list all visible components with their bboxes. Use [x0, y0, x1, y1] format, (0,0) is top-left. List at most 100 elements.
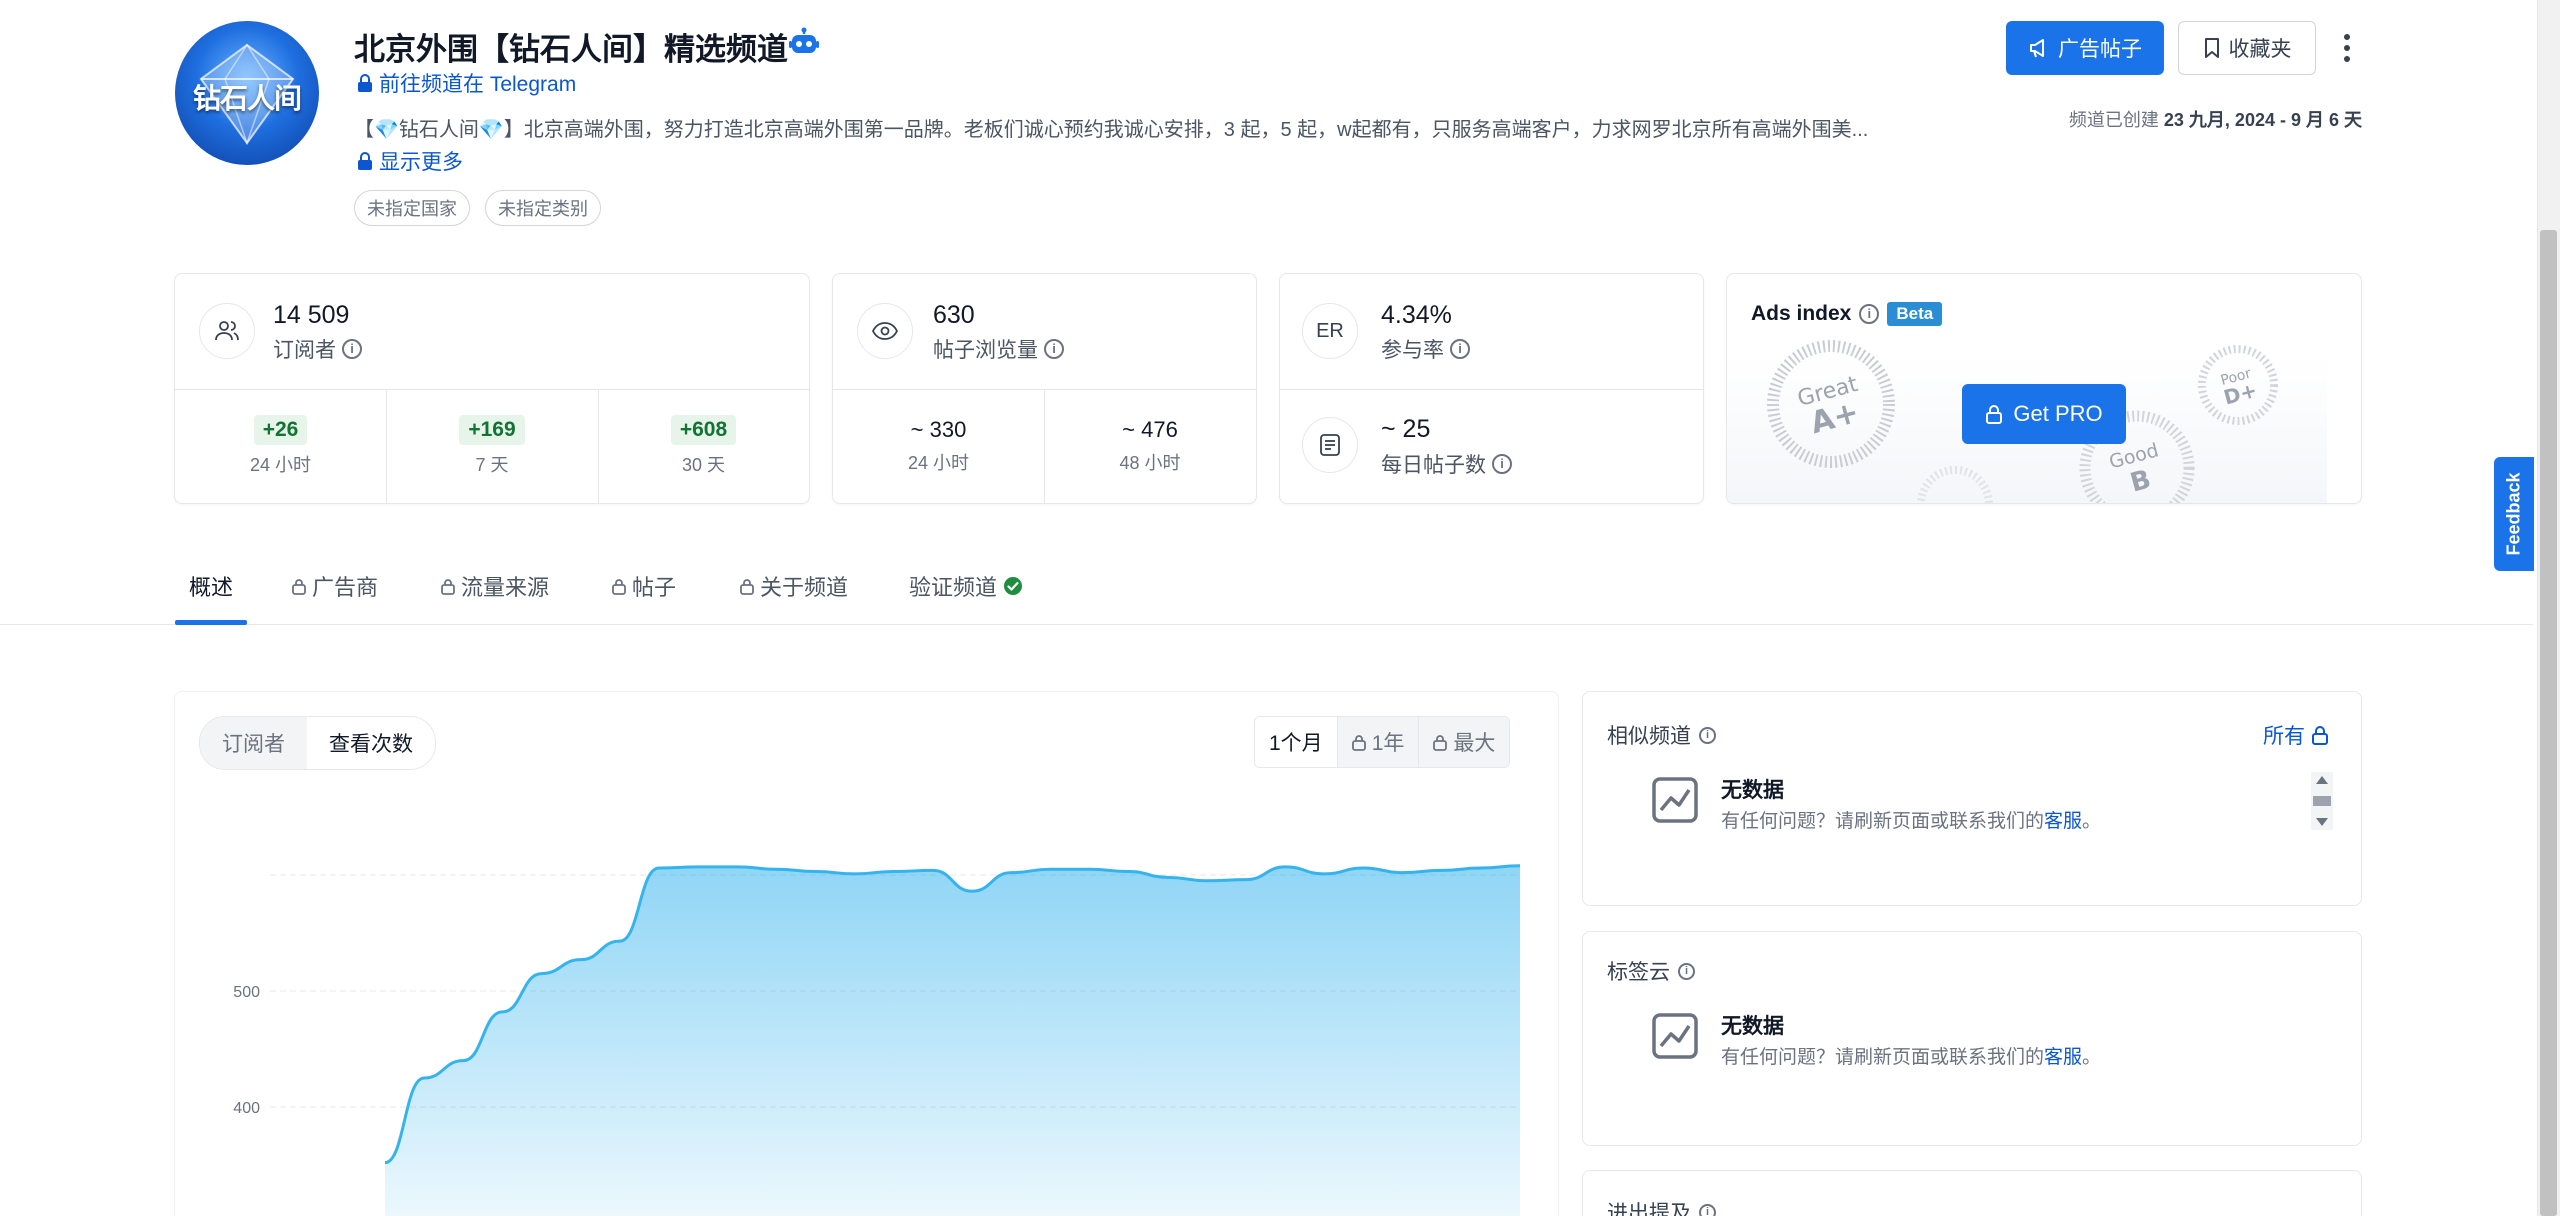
- tab-label: 流量来源: [461, 575, 550, 600]
- range-max-button[interactable]: 最大: [1418, 717, 1510, 767]
- metric-views-button[interactable]: 查看次数: [307, 717, 435, 769]
- chart-empty-icon: [1652, 1013, 1698, 1059]
- views-avg: ~ 330: [910, 417, 967, 442]
- similar-title: 相似频道: [1607, 725, 1691, 748]
- similar-channels-panel: 相似频道 i 所有 无数据 有任何问题？请刷新页面或联系我们的客服。: [1582, 691, 2362, 906]
- views-avg: ~ 476: [1122, 417, 1178, 442]
- views-chart: 400 500: [233, 864, 1521, 1216]
- eye-icon: [872, 322, 898, 340]
- avatar-text: 钻石人间: [192, 82, 302, 115]
- mentions-panel: 进出提及 i: [1582, 1170, 2362, 1216]
- nodata-suffix: 。: [2082, 811, 2102, 832]
- range-1y-button[interactable]: 1年: [1336, 717, 1419, 767]
- tagcloud-header: 标签云 i: [1607, 956, 1695, 986]
- tagcloud-title: 标签云: [1607, 961, 1670, 984]
- telegram-link[interactable]: 前往频道在 Telegram: [357, 68, 576, 98]
- info-icon[interactable]: i: [1699, 1203, 1716, 1216]
- period-label: 24 小时: [907, 453, 970, 473]
- created-prefix: 频道已创建: [2068, 110, 2159, 130]
- tag-country[interactable]: 未指定国家: [354, 190, 470, 226]
- megaphone-icon: [2030, 39, 2044, 58]
- channel-description: 【💎钻石人间💎】北京高端外围，努力打造北京高端外围第一品牌。老板们诚心预约我诚心…: [354, 119, 1869, 141]
- views-value: 630: [933, 301, 975, 329]
- get-pro-button[interactable]: Get PRO: [1962, 384, 2126, 444]
- info-icon[interactable]: i: [1859, 304, 1880, 324]
- telegram-link-label: 前往频道在 Telegram: [379, 73, 577, 96]
- users-icon-wrap: [199, 303, 255, 359]
- tab-traffic-sources[interactable]: 流量来源: [441, 570, 549, 602]
- tab-verify-channel[interactable]: 验证频道: [909, 570, 1023, 602]
- info-icon[interactable]: i: [342, 339, 362, 359]
- support-link[interactable]: 客服: [2044, 811, 2082, 832]
- info-icon[interactable]: i: [1450, 339, 1470, 359]
- metric-toggle: 订阅者 查看次数: [199, 716, 436, 770]
- users-icon: [215, 321, 239, 341]
- posts-icon-wrap: [1302, 417, 1358, 473]
- lock-icon: [358, 152, 372, 170]
- channel-avatar: 钻石人间: [175, 21, 319, 165]
- divider: [1280, 389, 1703, 390]
- tag-category[interactable]: 未指定类别: [485, 190, 601, 226]
- info-icon[interactable]: i: [1678, 962, 1695, 980]
- subscribers-value: 14 509: [273, 301, 350, 329]
- tab-label: 广告商: [312, 575, 379, 600]
- delta-badge: +26: [253, 415, 308, 445]
- channel-created: 频道已创建 23 九月, 2024 - 9 月 6 天: [2069, 106, 2362, 132]
- views-card: 630 帖子浏览量 i ~ 330 24 小时 ~ 476 48 小时: [832, 273, 1257, 504]
- feedback-button[interactable]: Feedback: [2494, 457, 2534, 571]
- period-label: 7 天: [475, 455, 509, 475]
- info-icon[interactable]: i: [1044, 339, 1064, 359]
- ads-index-header: Ads index i Beta: [1751, 302, 1943, 326]
- views-label: 帖子浏览量: [933, 339, 1038, 362]
- scroll-up-icon[interactable]: [2316, 776, 2328, 784]
- feedback-label: Feedback: [2503, 472, 2524, 556]
- active-tab-indicator: [175, 620, 247, 625]
- favorites-button[interactable]: 收藏夹: [2178, 21, 2316, 75]
- similar-header: 相似频道 i: [1607, 720, 1716, 750]
- tag-cloud-panel: 标签云 i 无数据 有任何问题？请刷新页面或联系我们的客服。: [1582, 931, 2362, 1146]
- show-more-link[interactable]: 显示更多: [357, 146, 463, 176]
- verified-check-icon: [1004, 577, 1023, 595]
- lock-icon: [358, 74, 372, 92]
- tab-posts[interactable]: 帖子: [612, 570, 676, 602]
- ad-posts-button[interactable]: 广告帖子: [2006, 21, 2164, 75]
- period-label: 30 天: [681, 455, 726, 475]
- tab-about-channel[interactable]: 关于频道: [740, 570, 848, 602]
- period-label: 24 小时: [249, 455, 312, 475]
- subscribers-card: 14 509 订阅者 i +26 24 小时 +169 7 天 +608 30 …: [174, 273, 810, 504]
- tab-advertisers[interactable]: 广告商: [292, 570, 378, 602]
- period-label: 48 小时: [1119, 453, 1181, 473]
- lock-icon: [1433, 734, 1448, 751]
- support-link[interactable]: 客服: [2044, 1047, 2082, 1068]
- lock-icon: [2312, 726, 2328, 745]
- subscribers-label-wrap: 订阅者 i: [273, 334, 362, 364]
- info-icon[interactable]: i: [1699, 726, 1716, 744]
- lock-icon: [1351, 734, 1366, 751]
- nodata-suffix: 。: [2082, 1047, 2102, 1068]
- scroll-down-icon[interactable]: [2316, 818, 2328, 826]
- tab-label: 验证频道: [909, 575, 998, 600]
- range-label: 最大: [1453, 732, 1496, 755]
- nodata-message: 有任何问题？请刷新页面或联系我们的客服。: [1721, 1042, 2101, 1069]
- views-24h: ~ 330 24 小时: [833, 417, 1044, 475]
- lock-icon: [441, 578, 455, 595]
- range-label: 1个月: [1269, 732, 1323, 755]
- range-1m-button[interactable]: 1个月: [1255, 717, 1337, 767]
- page-scroll-thumb[interactable]: [2540, 230, 2557, 1216]
- bot-icon: [789, 27, 819, 53]
- er-label: 参与率: [1381, 339, 1444, 362]
- tab-overview[interactable]: 概述: [189, 570, 233, 602]
- similar-all-link[interactable]: 所有: [2263, 720, 2329, 750]
- subscribers-label: 订阅者: [273, 339, 336, 362]
- delta-badge: +169: [459, 415, 525, 445]
- metric-subscribers-button[interactable]: 订阅者: [200, 717, 307, 769]
- get-pro-label: Get PRO: [2013, 401, 2103, 426]
- info-icon[interactable]: i: [1492, 454, 1512, 474]
- scroll-thumb[interactable]: [2313, 796, 2331, 806]
- daily-posts-label-wrap: 每日帖子数 i: [1381, 449, 1512, 479]
- bookmark-icon: [2204, 38, 2219, 58]
- document-icon: [1320, 434, 1340, 456]
- similar-scrollbar[interactable]: [2311, 772, 2333, 830]
- more-options-icon[interactable]: [2337, 30, 2357, 66]
- eye-icon-wrap: [857, 303, 913, 359]
